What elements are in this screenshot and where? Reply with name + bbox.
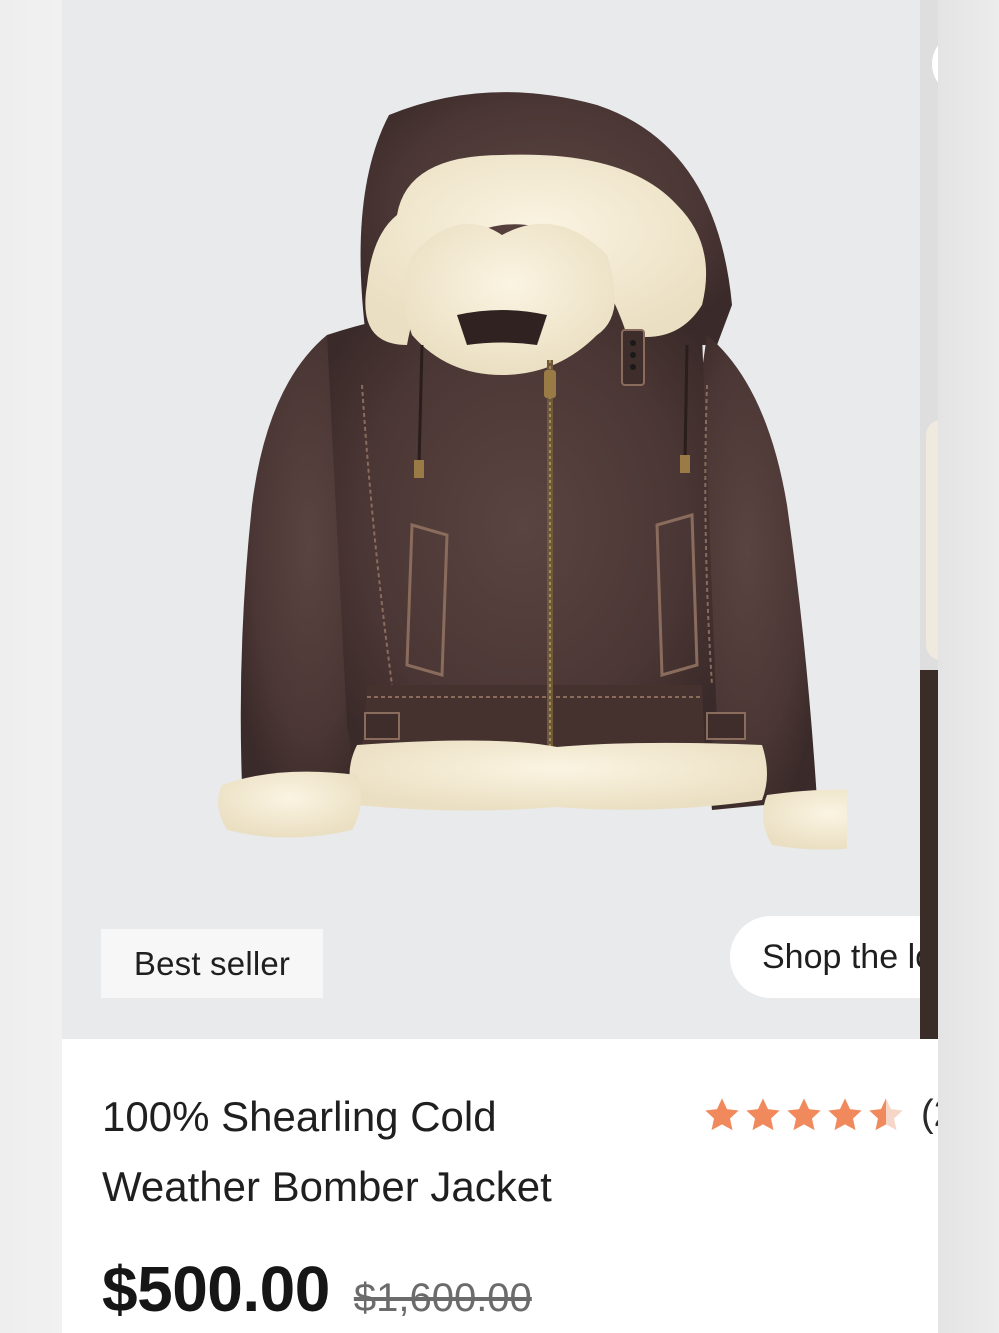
next-card-edge — [938, 0, 999, 1333]
shop-the-look-label: Shop the lo — [762, 937, 920, 976]
next-product-image[interactable] — [920, 0, 938, 1039]
half-star-icon — [869, 1097, 903, 1130]
product-title-line1: 100% Shearling Cold — [102, 1093, 497, 1140]
product-card[interactable]: Best seller Shop the lo 100% Shearling C… — [62, 0, 938, 1333]
price-row: $500.00 $1,600.00 — [102, 1252, 532, 1326]
product-title[interactable]: 100% Shearling Cold Weather Bomber Jacke… — [102, 1082, 662, 1222]
product-rating[interactable]: (2 — [702, 1093, 938, 1136]
product-title-line2: Weather Bomber Jacket — [102, 1163, 552, 1210]
rating-count: (2 — [921, 1093, 938, 1135]
shop-the-look-button[interactable]: Shop the lo — [730, 916, 920, 998]
wishlist-button[interactable] — [932, 38, 938, 90]
next-image-jacket — [920, 670, 938, 1039]
sale-price: $500.00 — [102, 1253, 330, 1325]
next-image-fur — [926, 420, 938, 660]
star-icon — [828, 1097, 862, 1130]
previous-card-edge — [0, 0, 62, 1333]
star-icon — [746, 1097, 780, 1130]
star-icon — [705, 1097, 739, 1130]
original-price: $1,600.00 — [353, 1276, 532, 1320]
star-icon — [787, 1097, 821, 1130]
